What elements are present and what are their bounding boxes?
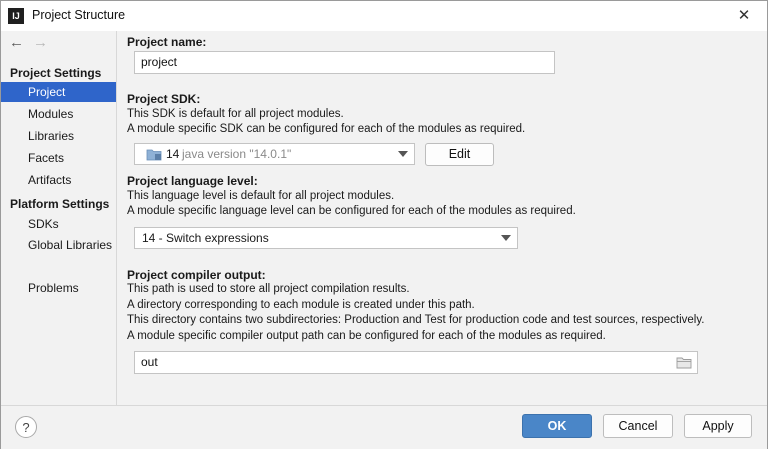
chevron-down-icon [398,151,408,157]
sidebar: ← → Project Settings Project Modules Lib… [1,31,117,405]
title-bar: IJ Project Structure ✕ [1,1,767,31]
project-sdk-label: Project SDK: [127,92,201,106]
window-title: Project Structure [32,8,126,22]
sidebar-item-sdks[interactable]: SDKs [1,214,116,234]
sidebar-item-artifacts[interactable]: Artifacts [1,170,116,190]
language-level-desc-2: A module specific language level can be … [127,205,576,217]
project-sdk-select[interactable]: 14 java version "14.0.1" [134,143,415,165]
language-level-select[interactable]: 14 - Switch expressions [134,227,518,249]
help-icon[interactable]: ? [15,416,37,438]
project-structure-dialog: IJ Project Structure ✕ ← → Project Setti… [0,0,768,449]
project-settings-header: Project Settings [10,66,102,80]
apply-button[interactable]: Apply [684,414,752,438]
edit-sdk-button[interactable]: Edit [425,143,494,166]
forward-arrow-icon[interactable]: → [33,34,48,51]
project-sdk-desc-1: This SDK is default for all project modu… [127,108,344,120]
sidebar-item-modules[interactable]: Modules [1,104,116,124]
project-settings-panel: Project name: project Project SDK: This … [117,31,767,405]
project-name-input[interactable]: project [134,51,555,74]
compiler-output-desc-4: A module specific compiler output path c… [127,330,606,342]
platform-settings-header: Platform Settings [10,197,110,211]
app-icon: IJ [8,8,24,24]
project-name-label: Project name: [127,35,207,49]
sdk-version: java version "14.0.1" [182,147,292,161]
sidebar-item-problems[interactable]: Problems [1,278,116,298]
chevron-down-icon [501,235,511,241]
dialog-footer: ? OK Cancel Apply [1,405,767,449]
sdk-folder-icon [146,149,162,161]
sidebar-item-libraries[interactable]: Libraries [1,126,116,146]
ok-button[interactable]: OK [522,414,592,438]
sidebar-item-facets[interactable]: Facets [1,148,116,168]
folder-browse-icon[interactable] [676,356,692,369]
compiler-output-desc-1: This path is used to store all project c… [127,283,410,295]
project-sdk-desc-2: A module specific SDK can be configured … [127,123,526,135]
compiler-output-value: out [141,355,158,369]
language-level-label: Project language level: [127,174,258,188]
compiler-output-desc-2: A directory corresponding to each module… [127,299,475,311]
sidebar-item-global-libraries[interactable]: Global Libraries [1,235,116,255]
language-level-desc-1: This language level is default for all p… [127,190,395,202]
close-icon[interactable]: ✕ [735,7,753,25]
back-arrow-icon[interactable]: ← [9,34,24,51]
sidebar-item-project[interactable]: Project [1,82,116,102]
sdk-number: 14 [166,147,180,161]
compiler-output-desc-3: This directory contains two subdirectori… [127,314,705,326]
language-level-value: 14 - Switch expressions [142,231,269,245]
cancel-button[interactable]: Cancel [603,414,673,438]
compiler-output-label: Project compiler output: [127,268,266,282]
compiler-output-input[interactable]: out [134,351,698,374]
